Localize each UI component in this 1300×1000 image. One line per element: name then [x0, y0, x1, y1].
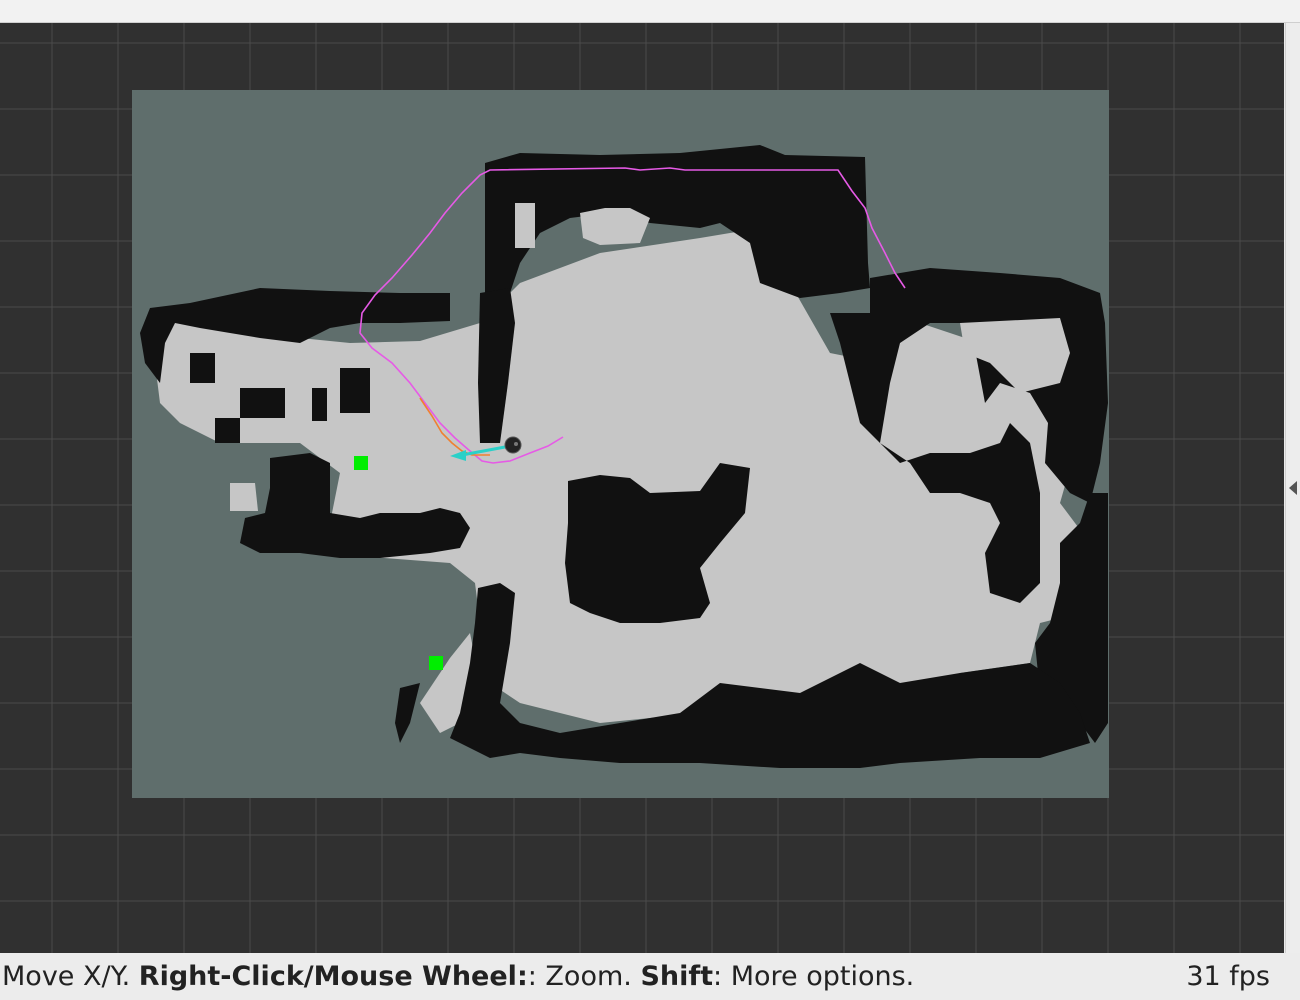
top-toolbar-strip	[0, 0, 1300, 23]
marker-square	[429, 656, 443, 670]
robot-model	[504, 436, 522, 454]
hint-zoom-text: : Zoom.	[527, 961, 641, 992]
side-panel-toggle-strip[interactable]	[1285, 23, 1300, 953]
map-canvas[interactable]	[0, 23, 1284, 953]
status-hint: Move X/Y. Right-Click/Mouse Wheel:: Zoom…	[2, 953, 914, 1000]
fps-readout: 31 fps	[1186, 961, 1270, 992]
hint-zoom-key: Right-Click/Mouse Wheel:	[138, 961, 528, 992]
hint-shift-key: Shift	[640, 961, 714, 992]
marker-square	[354, 456, 368, 470]
hint-move: Move X/Y.	[2, 961, 139, 992]
map-3d-viewport[interactable]	[0, 23, 1284, 953]
hint-shift-text: : More options.	[713, 961, 915, 992]
status-bar: Move X/Y. Right-Click/Mouse Wheel:: Zoom…	[0, 953, 1300, 1000]
triangle-left-icon[interactable]	[1289, 481, 1297, 495]
